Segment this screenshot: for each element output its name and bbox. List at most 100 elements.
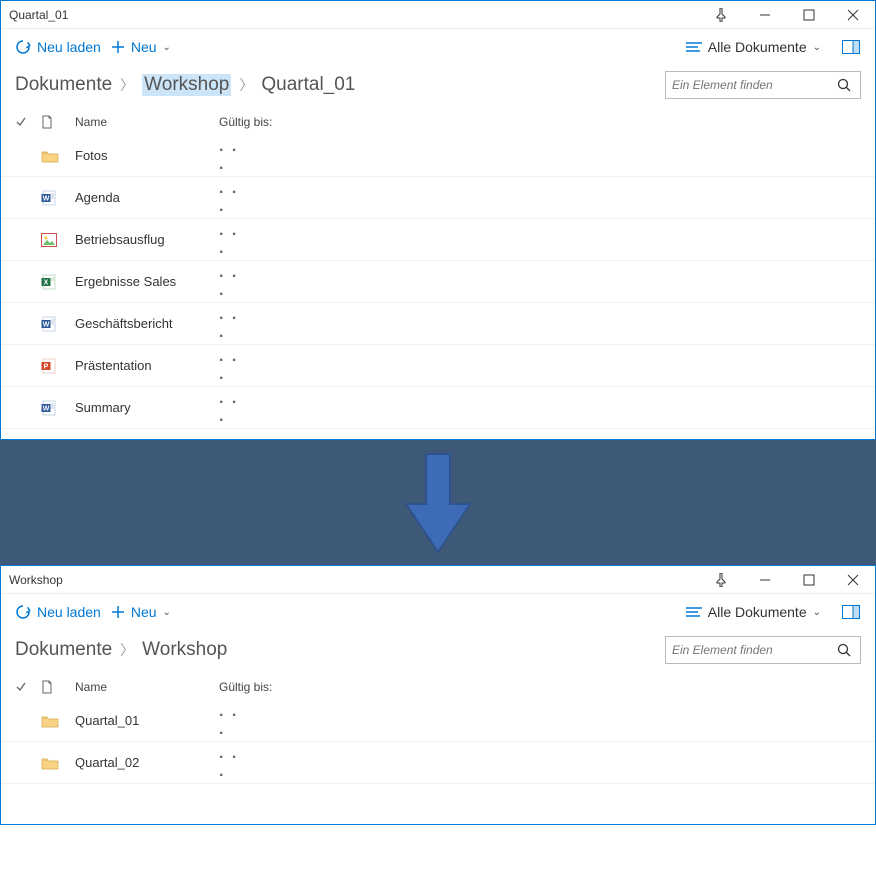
file-name[interactable]: Geschäftsbericht (75, 316, 219, 331)
file-name[interactable]: Betriebsausflug (75, 232, 219, 247)
file-type-icon: W (41, 316, 75, 332)
column-type[interactable] (41, 115, 75, 129)
file-list: Quartal_01. . .Quartal_02. . . (1, 700, 875, 784)
new-label: Neu (131, 604, 157, 620)
column-type[interactable] (41, 680, 75, 694)
column-valid-until[interactable]: Gültig bis: (219, 115, 339, 129)
file-name[interactable]: Fotos (75, 148, 219, 163)
view-label: Alle Dokumente (708, 604, 807, 620)
pin-button[interactable] (699, 566, 743, 594)
chevron-down-icon: ⌄ (813, 607, 821, 618)
titlebar-controls (699, 566, 875, 594)
minimize-button[interactable] (743, 1, 787, 29)
reload-button[interactable]: Neu laden (15, 604, 101, 620)
file-row[interactable]: Quartal_01. . . (1, 700, 875, 742)
maximize-button[interactable] (787, 566, 831, 594)
file-type-icon (41, 149, 75, 163)
reload-button[interactable]: Neu laden (15, 39, 101, 55)
file-name[interactable]: Ergebnisse Sales (75, 274, 219, 289)
breadcrumb-item-1[interactable]: Workshop (142, 74, 231, 96)
search-button[interactable] (834, 78, 854, 92)
arrow-down-icon (398, 448, 478, 558)
titlebar: Workshop (1, 566, 875, 594)
file-row[interactable]: W Geschäftsbericht. . . (1, 303, 875, 345)
view-dropdown[interactable]: Alle Dokumente ⌄ (686, 604, 821, 620)
column-selection[interactable] (15, 681, 41, 693)
details-pane-button[interactable] (841, 39, 861, 55)
file-actions-menu[interactable]: . . . (219, 180, 249, 216)
plus-icon (111, 605, 125, 619)
chevron-right-icon: 〉 (239, 75, 253, 95)
search-button[interactable] (834, 643, 854, 657)
search-input[interactable] (672, 643, 834, 657)
view-dropdown[interactable]: Alle Dokumente ⌄ (686, 39, 821, 55)
file-actions-menu[interactable]: . . . (219, 703, 249, 739)
file-actions-menu[interactable]: . . . (219, 390, 249, 426)
file-name[interactable]: Quartal_01 (75, 713, 219, 728)
file-type-icon: X (41, 274, 75, 290)
close-button[interactable] (831, 566, 875, 594)
file-name[interactable]: Agenda (75, 190, 219, 205)
column-selection[interactable] (15, 116, 41, 128)
file-actions-menu[interactable]: . . . (219, 222, 249, 258)
column-name[interactable]: Name (75, 115, 219, 129)
file-row[interactable]: Betriebsausflug. . . (1, 219, 875, 261)
file-actions-menu[interactable]: . . . (219, 348, 249, 384)
search-input[interactable] (672, 78, 834, 92)
breadcrumb-row: Dokumente 〉 Workshop (1, 630, 875, 674)
file-row[interactable]: WAgenda. . . (1, 177, 875, 219)
reload-label: Neu laden (37, 604, 101, 620)
chevron-down-icon: ⌄ (163, 607, 171, 618)
reload-label: Neu laden (37, 39, 101, 55)
file-row[interactable]: P Prästentation. . . (1, 345, 875, 387)
search-box[interactable] (665, 636, 861, 664)
file-list: Fotos. . .WAgenda. . .Betriebsausflug. .… (1, 135, 875, 429)
breadcrumb-item-0[interactable]: Dokumente (15, 639, 112, 661)
file-name[interactable]: Prästentation (75, 358, 219, 373)
close-button[interactable] (831, 1, 875, 29)
pin-button[interactable] (699, 1, 743, 29)
breadcrumb-row: Dokumente 〉 Workshop 〉 Quartal_01 (1, 65, 875, 109)
maximize-button[interactable] (787, 1, 831, 29)
list-icon (686, 41, 702, 53)
new-button[interactable]: Neu ⌄ (111, 604, 171, 620)
window-workshop: Workshop Neu laden (0, 565, 876, 825)
file-name[interactable]: Summary (75, 400, 219, 415)
minimize-button[interactable] (743, 566, 787, 594)
chevron-down-icon: ⌄ (813, 42, 821, 53)
file-row[interactable]: WSummary. . . (1, 387, 875, 429)
column-valid-until[interactable]: Gültig bis: (219, 680, 339, 694)
reload-icon (15, 39, 31, 55)
new-button[interactable]: Neu ⌄ (111, 39, 171, 55)
breadcrumb-item-1[interactable]: Workshop (142, 639, 227, 661)
file-actions-menu[interactable]: . . . (219, 745, 249, 781)
column-headers: Name Gültig bis: (1, 109, 875, 135)
reload-icon (15, 604, 31, 620)
file-row[interactable]: X Ergebnisse Sales. . . (1, 261, 875, 303)
new-label: Neu (131, 39, 157, 55)
file-name[interactable]: Quartal_02 (75, 755, 219, 770)
breadcrumb: Dokumente 〉 Workshop (15, 639, 657, 661)
window-title: Quartal_01 (9, 8, 699, 22)
details-pane-button[interactable] (841, 604, 861, 620)
column-name[interactable]: Name (75, 680, 219, 694)
titlebar-controls (699, 1, 875, 29)
svg-text:X: X (44, 279, 49, 286)
window-title: Workshop (9, 573, 699, 587)
file-type-icon (41, 714, 75, 728)
file-type-icon (41, 233, 75, 247)
file-row[interactable]: Fotos. . . (1, 135, 875, 177)
file-actions-menu[interactable]: . . . (219, 138, 249, 174)
svg-text:P: P (44, 363, 49, 370)
chevron-down-icon: ⌄ (163, 42, 171, 53)
file-actions-menu[interactable]: . . . (219, 264, 249, 300)
toolbar: Neu laden Neu ⌄ Alle Dokumente ⌄ (1, 29, 875, 65)
breadcrumb-item-0[interactable]: Dokumente (15, 74, 112, 96)
search-box[interactable] (665, 71, 861, 99)
svg-text:W: W (43, 321, 50, 328)
breadcrumb-item-2[interactable]: Quartal_01 (261, 74, 355, 96)
file-type-icon (41, 756, 75, 770)
transition-arrow-area (0, 440, 876, 565)
file-row[interactable]: Quartal_02. . . (1, 742, 875, 784)
file-actions-menu[interactable]: . . . (219, 306, 249, 342)
